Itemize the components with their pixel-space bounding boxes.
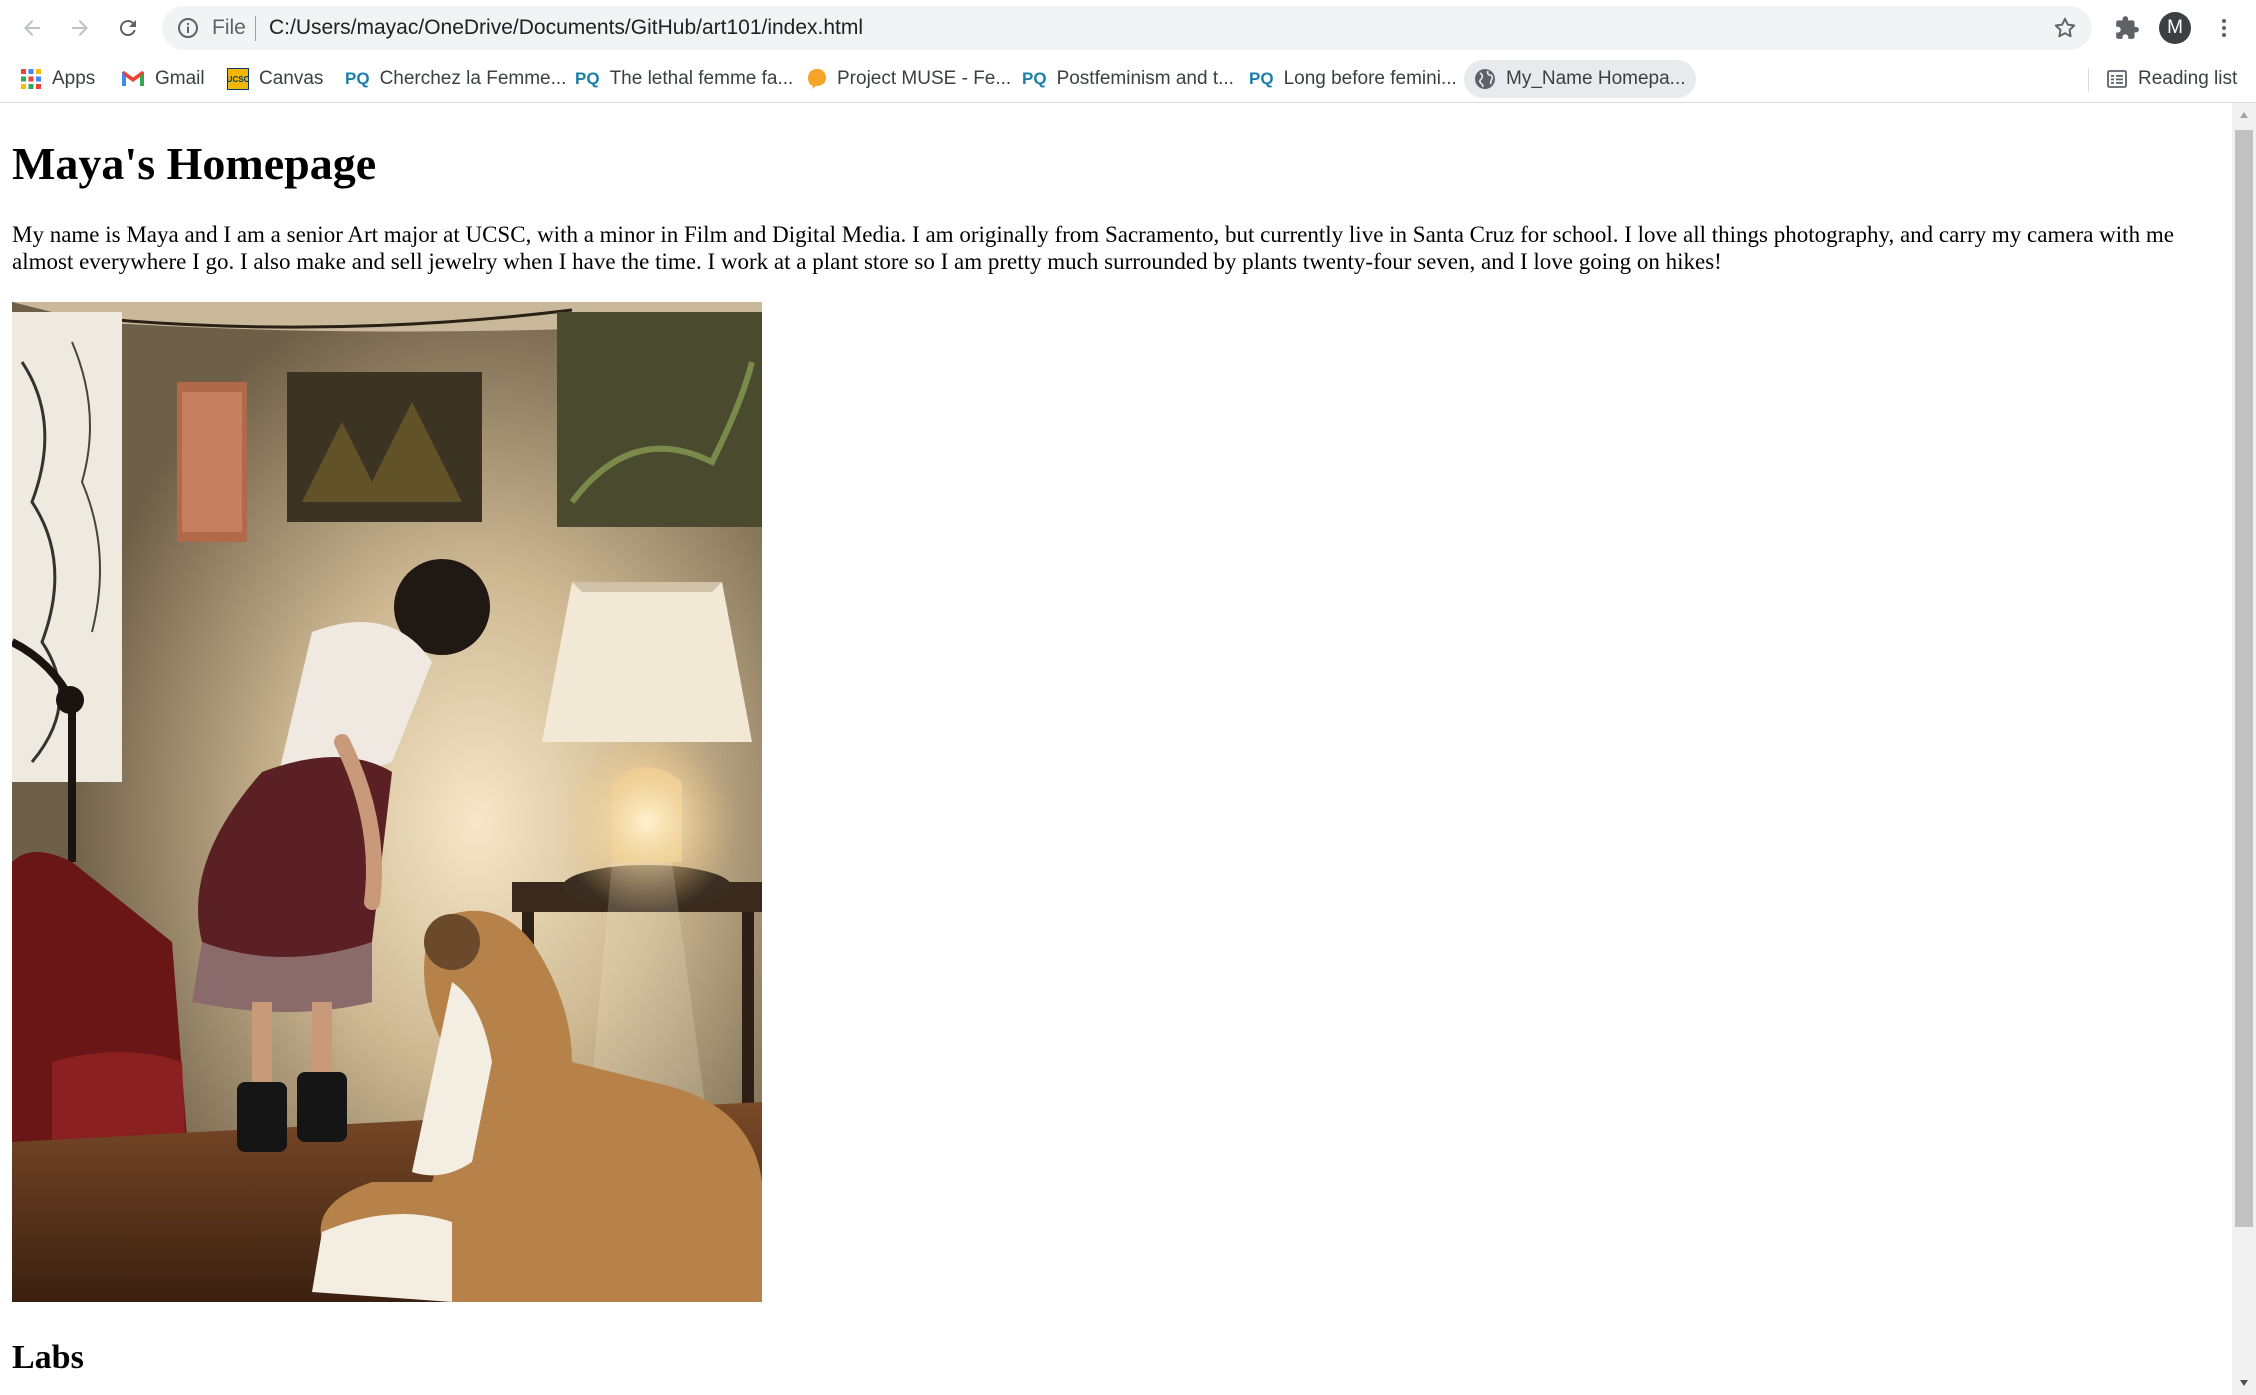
- bookmark-cherchez[interactable]: PQ Cherchez la Femme...: [345, 56, 566, 102]
- extensions-button[interactable]: [2107, 8, 2147, 48]
- pq-icon: PQ: [1249, 69, 1274, 88]
- bookmark-canvas[interactable]: UCSC Canvas: [227, 56, 323, 102]
- address-bar[interactable]: File C:/Users/mayac/OneDrive/Documents/G…: [162, 6, 2092, 50]
- reload-icon: [119, 20, 136, 37]
- pq-icon: PQ: [575, 69, 600, 88]
- browser-toolbar: File C:/Users/mayac/OneDrive/Documents/G…: [0, 0, 2256, 56]
- bookmarks-divider: [2088, 68, 2089, 92]
- reading-list-button[interactable]: Reading list: [2106, 56, 2237, 102]
- triangle-down-icon: [2240, 1380, 2248, 1386]
- gmail-icon: [122, 71, 144, 86]
- ucsc-icon: UCSC: [227, 68, 249, 90]
- triangle-up-icon: [2240, 112, 2248, 118]
- back-button[interactable]: [12, 8, 52, 48]
- puzzle-icon: [2116, 16, 2139, 39]
- pq-icon: PQ: [1022, 69, 1047, 88]
- info-icon[interactable]: [176, 16, 200, 40]
- bookmark-label: Postfeminism and t...: [1056, 68, 1234, 89]
- arrow-left-icon: [24, 20, 40, 36]
- scrollbar-thumb[interactable]: [2235, 130, 2253, 1227]
- bookmark-label: Cherchez la Femme...: [379, 68, 567, 89]
- bookmark-label: Long before femini...: [1283, 68, 1457, 89]
- bookmark-star-icon[interactable]: [2052, 15, 2078, 41]
- bookmarks-bar: Apps Gmail UCSC Canvas PQ Cherchez la Fe…: [0, 56, 2256, 103]
- url-text[interactable]: C:/Users/mayac/OneDrive/Documents/GitHub…: [269, 16, 863, 40]
- bookmark-my-name-homepage[interactable]: My_Name Homepa...: [1464, 60, 1696, 98]
- labs-heading: Labs: [12, 1339, 84, 1376]
- bookmark-long-before[interactable]: PQ Long before femini...: [1249, 56, 1457, 102]
- bookmark-label: Apps: [52, 68, 96, 89]
- avatar: M: [2159, 12, 2191, 44]
- bio-paragraph: My name is Maya and I am a senior Art ma…: [12, 222, 2174, 274]
- profile-photo: [12, 302, 762, 1302]
- reading-list-label: Reading list: [2138, 68, 2238, 89]
- scroll-up-arrow[interactable]: [2232, 103, 2256, 127]
- arrow-right-icon: [72, 20, 88, 36]
- bookmark-label: The lethal femme fa...: [609, 68, 794, 89]
- pq-icon: PQ: [345, 69, 370, 88]
- bookmark-lethal-femme[interactable]: PQ The lethal femme fa...: [575, 56, 793, 102]
- project-muse-icon: [808, 69, 826, 89]
- bookmark-label: My_Name Homepa...: [1506, 68, 1686, 89]
- menu-button[interactable]: [2204, 8, 2244, 48]
- scroll-down-arrow[interactable]: [2232, 1371, 2256, 1395]
- profile-button[interactable]: M: [2155, 8, 2195, 48]
- photo-illustration: [12, 302, 762, 1302]
- bookmark-project-muse[interactable]: Project MUSE - Fe...: [807, 56, 1011, 102]
- apps-grid-icon: [21, 69, 41, 89]
- bookmark-label: Project MUSE - Fe...: [837, 68, 1012, 89]
- globe-icon: [1475, 69, 1495, 89]
- bookmark-postfeminism[interactable]: PQ Postfeminism and t...: [1022, 56, 1234, 102]
- bookmark-gmail[interactable]: Gmail: [121, 56, 205, 102]
- kebab-menu-icon: [2222, 19, 2226, 37]
- page-title: Maya's Homepage: [12, 138, 377, 189]
- bookmark-label: Gmail: [155, 68, 205, 89]
- page-viewport: Maya's Homepage My name is Maya and I am…: [0, 103, 2232, 1395]
- vertical-scrollbar[interactable]: [2232, 103, 2256, 1395]
- address-divider: [255, 16, 256, 41]
- scheme-label: File: [212, 16, 246, 39]
- reload-button[interactable]: [108, 8, 148, 48]
- reading-list-icon: [2107, 70, 2127, 88]
- forward-button[interactable]: [60, 8, 100, 48]
- bookmark-label: Canvas: [259, 68, 324, 89]
- bookmark-apps[interactable]: Apps: [20, 56, 95, 102]
